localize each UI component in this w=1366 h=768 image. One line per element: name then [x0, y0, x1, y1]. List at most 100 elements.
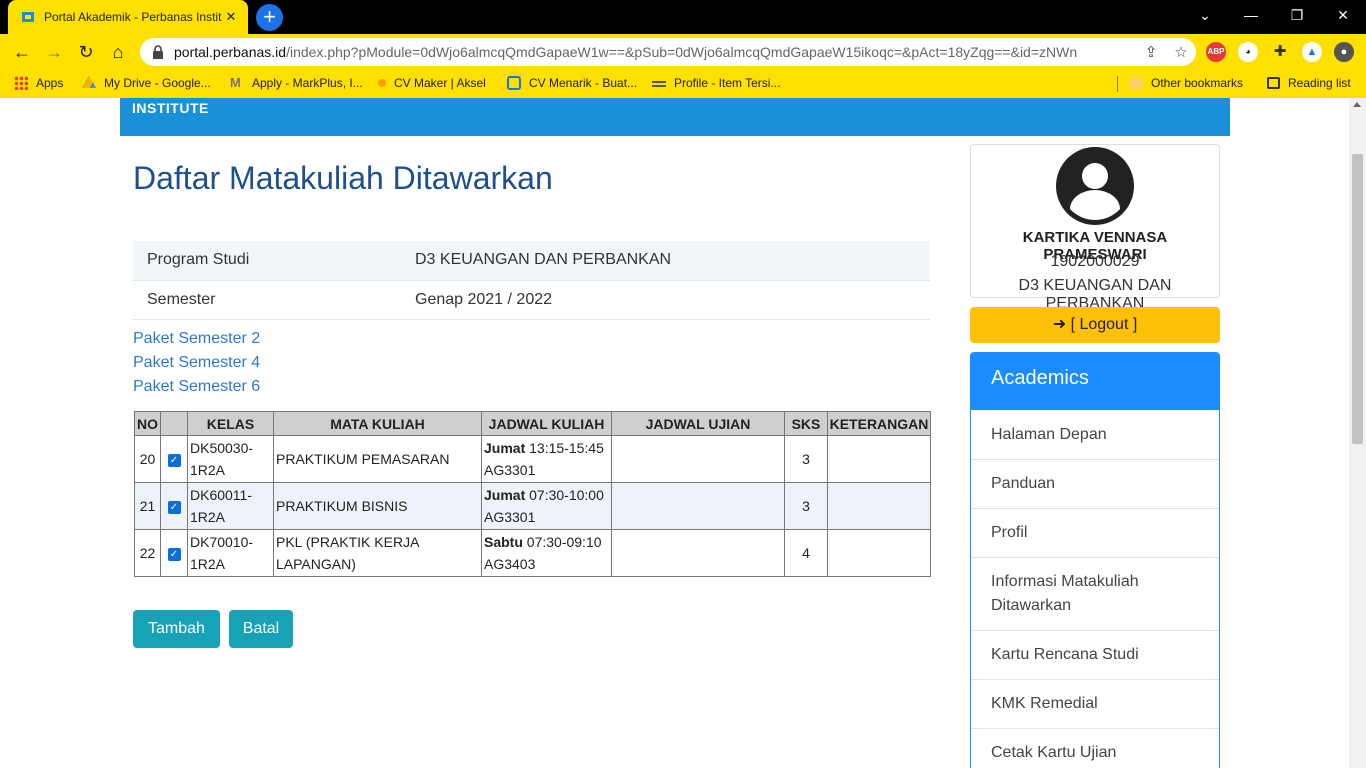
restore-icon[interactable]: ❐ — [1274, 0, 1320, 30]
panda-extension-icon[interactable]: ◕ — [1238, 42, 1258, 62]
perbanas-logo[interactable]: INSTITUTE — [132, 100, 209, 116]
address-bar[interactable]: portal.perbanas.id/index.php?pModule=0dW… — [140, 38, 1196, 66]
student-nim: 1902000029 — [1050, 253, 1140, 270]
col-jadwal-kuliah: JADWAL KULIAH — [481, 411, 612, 436]
scroll-up-arrow-icon[interactable] — [1353, 102, 1361, 107]
col-no: NO — [134, 411, 161, 436]
academics-header: Academics — [971, 353, 1219, 410]
menu-item-panduan[interactable]: Panduan — [971, 460, 1219, 509]
folder-icon — [1129, 77, 1143, 89]
apps-grid-icon — [14, 76, 28, 90]
share-icon[interactable]: ⇪ — [1136, 43, 1166, 61]
row-sks: 3 — [784, 482, 828, 530]
minimize-icon[interactable]: — — [1228, 0, 1274, 30]
row-checkbox[interactable]: ✓ — [160, 529, 188, 577]
sign-out-icon: ➜ — [1052, 316, 1067, 333]
info-row-program: Program Studi D3 KEUANGAN DAN PERBANKAN — [133, 241, 930, 281]
lock-icon — [153, 45, 163, 59]
bookmark-cv-menarik[interactable]: CV Menarik - Buat... — [507, 76, 637, 90]
extensions-puzzle-icon[interactable]: ✚ — [1270, 42, 1290, 62]
bookmark-cv-maker[interactable]: CV Maker | Aksel — [378, 76, 486, 90]
home-icon[interactable]: ⌂ — [106, 40, 130, 64]
col-select — [160, 411, 188, 436]
bookmarks-divider — [1117, 76, 1118, 92]
markplus-m-icon: M — [230, 75, 241, 90]
row-mata-kuliah: PRAKTIKUM PEMASARAN — [273, 435, 482, 483]
row-ujian — [611, 435, 785, 483]
row-keterangan — [827, 529, 931, 577]
row-mata-kuliah: PRAKTIKUM BISNIS — [273, 482, 482, 530]
row-mata-kuliah: PKL (PRAKTIK KERJA LAPANGAN) — [273, 529, 482, 577]
tab-search-icon[interactable]: ⌄ — [1182, 0, 1228, 30]
info-label: Semester — [133, 280, 401, 320]
info-value: D3 KEUANGAN DAN PERBANKAN — [401, 241, 930, 281]
bookmark-profile[interactable]: Profile - Item Tersi... — [652, 76, 780, 90]
bookmark-apps[interactable]: Apps — [14, 76, 63, 90]
page-title: Daftar Matakuliah Ditawarkan — [133, 160, 553, 196]
site-favicon-icon — [22, 12, 34, 22]
checkbox-checked-icon[interactable]: ✓ — [167, 500, 181, 514]
scrollbar-thumb[interactable] — [1352, 154, 1363, 444]
row-sks: 3 — [784, 435, 828, 483]
paket-semester-6-link[interactable]: Paket Semester 6 — [133, 378, 260, 396]
checkbox-checked-icon[interactable]: ✓ — [167, 547, 181, 561]
reading-list[interactable]: Reading list — [1267, 76, 1351, 90]
study-info-table: Program Studi D3 KEUANGAN DAN PERBANKAN … — [133, 241, 930, 320]
forward-arrow-icon[interactable]: → — [42, 40, 66, 64]
course-table: NO KELAS MATA KULIAH JADWAL KULIAH JADWA… — [134, 411, 931, 577]
profile-site-icon — [652, 79, 666, 87]
row-checkbox[interactable]: ✓ — [160, 482, 188, 530]
google-drive-icon — [82, 76, 96, 88]
menu-item-halaman-depan[interactable]: Halaman Depan — [971, 410, 1219, 460]
menu-item-kartu-rencana-studi[interactable]: Kartu Rencana Studi — [971, 631, 1219, 680]
menu-item-cetak-kartu-ujian[interactable]: Cetak Kartu Ujian — [971, 729, 1219, 768]
row-checkbox[interactable]: ✓ — [160, 435, 188, 483]
reading-list-icon — [1267, 77, 1280, 89]
row-kelas: DK70010- 1R2A — [187, 529, 274, 577]
row-ujian — [611, 529, 785, 577]
back-arrow-icon[interactable]: ← — [10, 40, 34, 64]
col-kelas: KELAS — [187, 411, 274, 436]
logout-button[interactable]: ➜ [ Logout ] — [970, 307, 1220, 343]
other-bookmarks[interactable]: Other bookmarks — [1129, 76, 1243, 90]
col-mata-kuliah: MATA KULIAH — [273, 411, 482, 436]
page-viewport: INSTITUTE Daftar Matakuliah Ditawarkan P… — [0, 98, 1366, 768]
batal-button[interactable]: Batal — [229, 610, 293, 648]
row-no: 21 — [134, 482, 161, 530]
browser-tab-bar: Portal Akademik - Perbanas Instit ✕ + ⌄ … — [0, 0, 1366, 34]
bookmarks-bar: Apps My Drive - Google... M Apply - Mark… — [0, 70, 1366, 98]
bookmark-markplus[interactable]: M Apply - MarkPlus, I... — [230, 75, 363, 91]
row-jadwal: Jumat 07:30-10:00 AG3301 — [481, 482, 612, 530]
menu-item-kmk-remedial[interactable]: KMK Remedial — [971, 680, 1219, 729]
paket-semester-2-link[interactable]: Paket Semester 2 — [133, 330, 260, 348]
profile-card: KARTIKA VENNASA PRAMESWARI 1902000029 D3… — [970, 144, 1220, 312]
checkbox-checked-icon[interactable]: ✓ — [167, 453, 181, 467]
menu-item-informasi-matakuliah[interactable]: Informasi Matakuliah Ditawarkan — [971, 558, 1219, 631]
reload-icon[interactable]: ↻ — [74, 40, 98, 64]
row-sks: 4 — [784, 529, 828, 577]
bookmark-star-icon[interactable]: ☆ — [1166, 43, 1196, 61]
row-no: 20 — [134, 435, 161, 483]
row-keterangan — [827, 435, 931, 483]
browser-tab-active[interactable]: Portal Akademik - Perbanas Instit ✕ — [8, 0, 248, 34]
extension-icon[interactable]: ▲ — [1302, 42, 1322, 62]
info-value: Genap 2021 / 2022 — [401, 280, 930, 320]
table-row: 20 ✓ DK50030- 1R2A PRAKTIKUM PEMASARAN Ju… — [134, 435, 931, 483]
menu-item-profil[interactable]: Profil — [971, 509, 1219, 558]
user-avatar-icon — [1056, 147, 1134, 225]
page-scrollbar[interactable] — [1349, 98, 1366, 768]
tambah-button[interactable]: Tambah — [133, 610, 220, 648]
row-jadwal: Jumat 13:15-15:45 AG3301 — [481, 435, 612, 483]
profile-avatar-icon[interactable]: ● — [1334, 42, 1354, 62]
adblock-icon[interactable]: ABP — [1206, 42, 1226, 62]
site-header-banner: INSTITUTE — [120, 98, 1230, 136]
paket-semester-4-link[interactable]: Paket Semester 4 — [133, 354, 260, 372]
academics-menu: Academics Halaman Depan Panduan Profil I… — [970, 352, 1220, 768]
tab-title: Portal Akademik - Perbanas Instit — [44, 10, 222, 24]
tab-close-icon[interactable]: ✕ — [222, 9, 240, 25]
close-window-icon[interactable]: ✕ — [1320, 0, 1366, 30]
col-keterangan: KETERANGAN — [827, 411, 931, 436]
table-row: 22 ✓ DK70010- 1R2A PKL (PRAKTIK KERJA LAPA… — [134, 529, 931, 577]
bookmark-my-drive[interactable]: My Drive - Google... — [82, 76, 211, 90]
new-tab-button[interactable]: + — [256, 4, 283, 31]
